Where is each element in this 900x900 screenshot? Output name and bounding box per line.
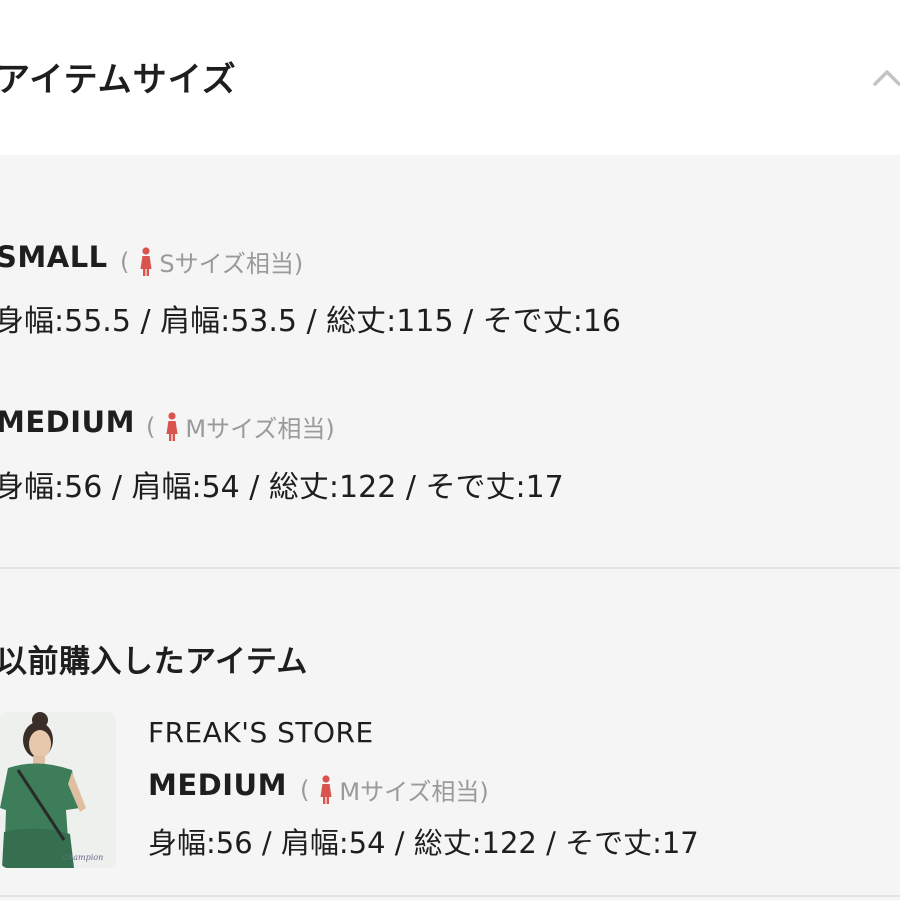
person-figure-icon <box>320 774 332 804</box>
note-open-paren: ( <box>300 775 310 804</box>
size-equivalent-small: ( Sサイズ相当) <box>120 244 303 279</box>
note-label: Mサイズ相当) <box>339 778 489 806</box>
previous-size-equivalent: ( Mサイズ相当) <box>300 772 489 807</box>
size-equivalent-medium: ( Mサイズ相当) <box>146 409 335 444</box>
measurements-small: 身幅:55.5 / 肩幅:53.5 / 総丈:115 / そで丈:16 <box>0 304 621 339</box>
bottom-divider <box>0 895 900 897</box>
person-figure-icon <box>166 411 178 441</box>
note-open-paren: ( <box>146 412 156 441</box>
page-title: アイテムサイズ <box>0 60 237 100</box>
previous-items-title: 以前購入したアイテム <box>0 644 308 680</box>
item-size-header[interactable]: アイテムサイズ <box>0 0 900 155</box>
note-label: Sサイズ相当) <box>159 250 304 278</box>
previous-measurements: 身幅:56 / 肩幅:54 / 総丈:122 / そで丈:17 <box>148 826 699 860</box>
product-thumbnail[interactable]: Champion <box>0 712 116 868</box>
note-label: Mサイズ相当) <box>185 415 335 443</box>
size-panel: アイテムサイズ SMALL ( Sサイズ相当) 身幅:55.5 / 肩幅:53.… <box>0 0 900 900</box>
product-photo: Champion <box>0 712 116 868</box>
chevron-up-icon[interactable] <box>872 62 900 92</box>
svg-text:Champion: Champion <box>62 853 103 862</box>
brand-name: FREAK'S STORE <box>148 716 374 749</box>
measurements-medium: 身幅:56 / 肩幅:54 / 総丈:122 / そで丈:17 <box>0 470 564 505</box>
note-open-paren: ( <box>120 247 130 276</box>
person-figure-icon <box>140 246 152 276</box>
section-divider <box>0 567 900 569</box>
size-name-medium: MEDIUM <box>0 405 135 439</box>
size-name-small: SMALL <box>0 240 108 274</box>
previous-size-name: MEDIUM <box>148 768 287 802</box>
